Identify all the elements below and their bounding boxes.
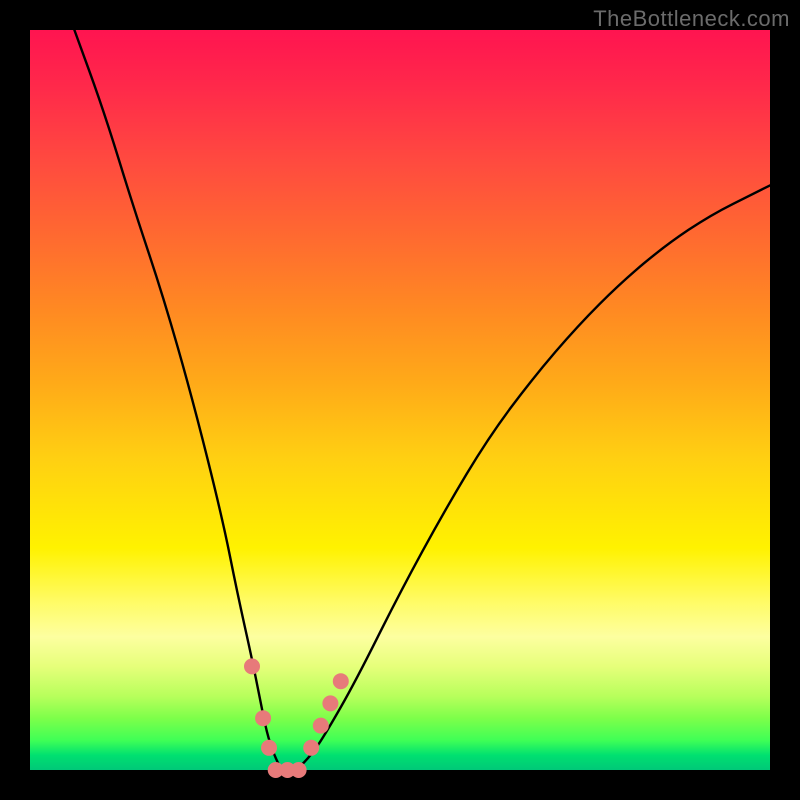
bottom-dot-3 [291, 762, 307, 778]
right-dot-3 [322, 695, 338, 711]
right-dot-4 [333, 673, 349, 689]
bottleneck-curve [74, 30, 770, 770]
left-dot-1 [244, 658, 260, 674]
left-dot-2 [255, 710, 271, 726]
chart-frame: TheBottleneck.com [0, 0, 800, 800]
right-dot-1 [303, 740, 319, 756]
curve-svg [30, 30, 770, 770]
right-dot-2 [313, 718, 329, 734]
left-dot-3 [261, 740, 277, 756]
plot-area [30, 30, 770, 770]
watermark-text: TheBottleneck.com [593, 6, 790, 32]
